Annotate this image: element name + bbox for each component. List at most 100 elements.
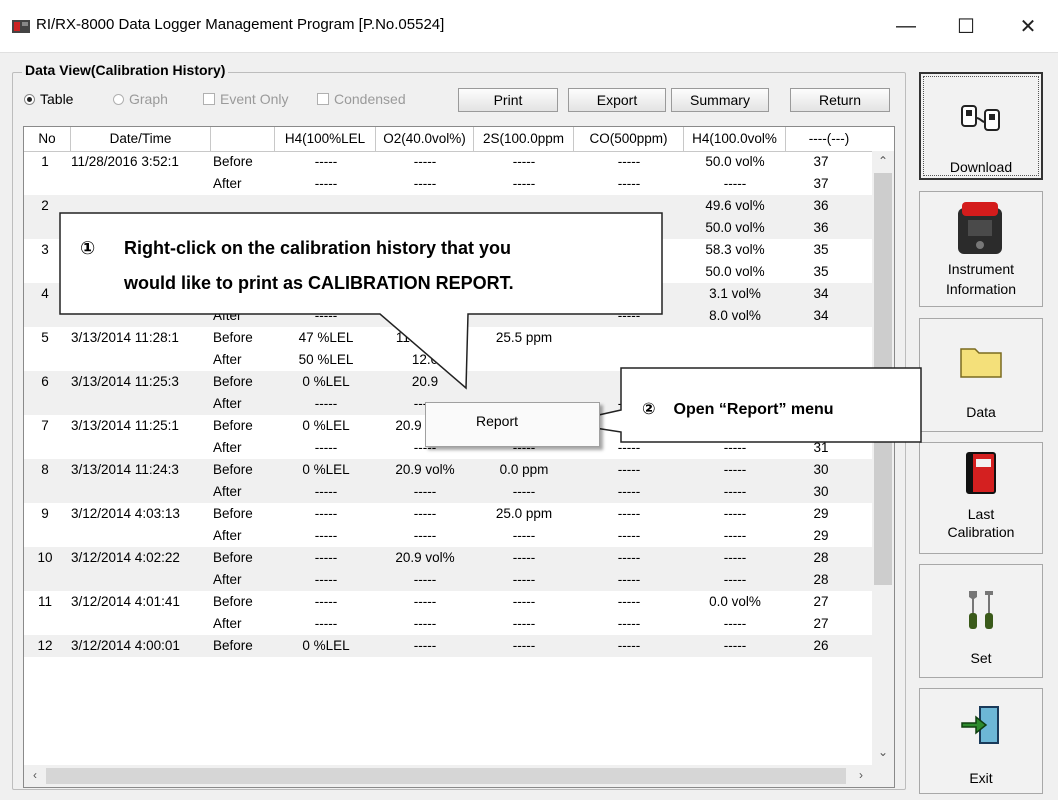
cell-extra: 34: [813, 308, 829, 323]
table-row[interactable]: After ----- ----- ----- ----- ----- 29: [24, 525, 872, 547]
cell-extra: 37: [813, 176, 829, 191]
scroll-up-icon[interactable]: ⌃: [872, 154, 894, 168]
cell-no: 4: [41, 286, 49, 301]
cell-o2: -----: [413, 638, 437, 653]
cell-h4: -----: [314, 572, 338, 587]
col-header-phase[interactable]: [211, 127, 275, 151]
table-row[interactable]: 5 3/13/2014 11:28:1 Before 47 %LEL 11.9 vol%…: [24, 327, 872, 349]
minimize-button[interactable]: —: [876, 0, 936, 52]
cell-date: 3/12/2014 4:02:22: [71, 550, 180, 565]
data-button[interactable]: Data: [919, 318, 1043, 432]
cell-h2s: 25.5 ppm: [495, 330, 553, 345]
return-button[interactable]: Return: [790, 88, 890, 112]
cell-no: 11: [37, 594, 52, 609]
cell-h4: 0 %LEL: [302, 462, 350, 477]
cell-date: [71, 173, 209, 195]
table-row[interactable]: After ----- ----- ----- ----- ----- 37: [24, 173, 872, 195]
table-row[interactable]: After ----- ----- ----- ----- ----- 28: [24, 569, 872, 591]
table-row[interactable]: After 50 %LEL 12.0: [24, 349, 872, 371]
col-header-ch4[interactable]: H4(100.0vol%: [684, 127, 786, 151]
scroll-left-icon[interactable]: ‹: [24, 768, 46, 782]
folder-icon: [960, 348, 1002, 378]
cell-no: [24, 569, 66, 591]
cell-o2: 12.0: [411, 352, 439, 367]
last-calibration-button[interactable]: Last Calibration: [919, 442, 1043, 554]
col-header-h4-lel[interactable]: H4(100%LEL: [275, 127, 376, 151]
cell-date: [71, 349, 209, 371]
checkbox-event-only[interactable]: Event Only: [203, 91, 288, 107]
table-row[interactable]: 6 3/13/2014 11:25:3 Before 0 %LEL 20.9: [24, 371, 872, 393]
cell-ch4: -----: [723, 550, 747, 565]
callout-1-line1: Right-click on the calibration history t…: [124, 238, 512, 258]
table-row[interactable]: 8 3/13/2014 11:24:3 Before 0 %LEL 20.9 vol% 0…: [24, 459, 872, 481]
cell-no: [24, 393, 66, 415]
vertical-scrollbar[interactable]: ⌃ ⌄: [872, 151, 894, 765]
callout-2-label: Open “Report” menu: [673, 401, 834, 418]
table-row[interactable]: After ----- ----- ----- ----- ----- 30: [24, 481, 872, 503]
col-header-o2[interactable]: O2(40.0vol%): [376, 127, 474, 151]
cell-co: [574, 327, 684, 349]
table-row[interactable]: 10 3/12/2014 4:02:22 Before ----- 20.9 vol% -…: [24, 547, 872, 569]
col-header-h2s[interactable]: 2S(100.0ppm: [474, 127, 574, 151]
col-header-blank[interactable]: ----(---): [786, 127, 872, 151]
set-button[interactable]: Set: [919, 564, 1043, 678]
cell-extra: [786, 371, 856, 393]
cell-h2s: [474, 349, 574, 371]
cell-no: 8: [41, 462, 49, 477]
horizontal-scrollbar[interactable]: ‹ ›: [24, 765, 894, 787]
cell-date: [71, 569, 209, 591]
vertical-scroll-thumb[interactable]: [874, 173, 892, 585]
scroll-right-icon[interactable]: ›: [850, 768, 872, 782]
cell-co: [574, 195, 684, 217]
close-button[interactable]: ✕: [998, 0, 1058, 52]
col-header-datetime[interactable]: Date/Time: [71, 127, 211, 151]
table-row[interactable]: 1 11/28/2016 3:52:1 Before ----- ----- ----- -…: [24, 151, 872, 173]
table-row[interactable]: After ----- ----- ----- ----- ----- 27: [24, 613, 872, 635]
scroll-down-icon[interactable]: ⌄: [872, 745, 894, 759]
table-row[interactable]: After ----- ----- ----- 8.0 vol% 34: [24, 305, 872, 327]
cell-co: -----: [617, 308, 641, 323]
cell-co: -----: [617, 154, 641, 169]
cell-extra: 28: [813, 550, 829, 565]
checkbox-condensed[interactable]: Condensed: [317, 91, 406, 107]
horizontal-scroll-thumb[interactable]: [46, 768, 846, 784]
table-row[interactable]: 12 3/12/2014 4:00:01 Before 0 %LEL ----- ----…: [24, 635, 872, 657]
cell-date: 3/12/2014 4:01:41: [71, 594, 180, 609]
cell-co: -----: [617, 594, 641, 609]
gas-detector-icon: [958, 202, 1002, 254]
radio-table[interactable]: Table: [24, 91, 73, 107]
cell-co: -----: [617, 572, 641, 587]
set-label: Set: [970, 650, 992, 666]
cell-no: [24, 525, 66, 547]
radio-graph[interactable]: Graph: [113, 91, 168, 107]
callout-1-line2: would like to print as CALIBRATION REPOR…: [124, 273, 514, 293]
col-header-co[interactable]: CO(500ppm): [574, 127, 684, 151]
callout-2-text: ② Open “Report” menu: [642, 399, 834, 419]
context-menu-item-report[interactable]: Report: [476, 413, 518, 429]
cell-h4: -----: [314, 440, 338, 455]
cell-date: 3/12/2014 4:00:01: [71, 638, 180, 653]
print-button[interactable]: Print: [458, 88, 558, 112]
cell-extra: 29: [813, 506, 829, 521]
cell-no: 1: [41, 154, 49, 169]
cell-h2s: -----: [512, 528, 536, 543]
cell-phase: Before: [213, 462, 253, 477]
cell-phase: Before: [213, 506, 253, 521]
col-header-no[interactable]: No: [24, 127, 71, 151]
cell-o2: -----: [413, 594, 437, 609]
calibration-history-table[interactable]: No Date/Time H4(100%LEL O2(40.0vol%) 2S(…: [23, 126, 895, 788]
table-row[interactable]: 9 3/12/2014 4:03:13 Before ----- ----- 25.0 p…: [24, 503, 872, 525]
exit-button[interactable]: Exit: [919, 688, 1043, 794]
cell-h2s: 0.0 ppm: [499, 462, 549, 477]
callout-1-number: ①: [80, 238, 96, 258]
cell-no: 6: [41, 374, 49, 389]
export-button[interactable]: Export: [568, 88, 666, 112]
table-row[interactable]: 2 49.6 vol% 36: [24, 195, 872, 217]
cell-ch4: 3.1 vol%: [709, 286, 761, 301]
instrument-information-button[interactable]: Instrument Information: [919, 191, 1043, 307]
maximize-button[interactable]: ☐: [936, 0, 996, 52]
table-row[interactable]: 11 3/12/2014 4:01:41 Before ----- ----- -----…: [24, 591, 872, 613]
summary-button[interactable]: Summary: [671, 88, 769, 112]
download-button[interactable]: Download: [919, 72, 1043, 180]
cell-h2s: -----: [512, 176, 536, 191]
